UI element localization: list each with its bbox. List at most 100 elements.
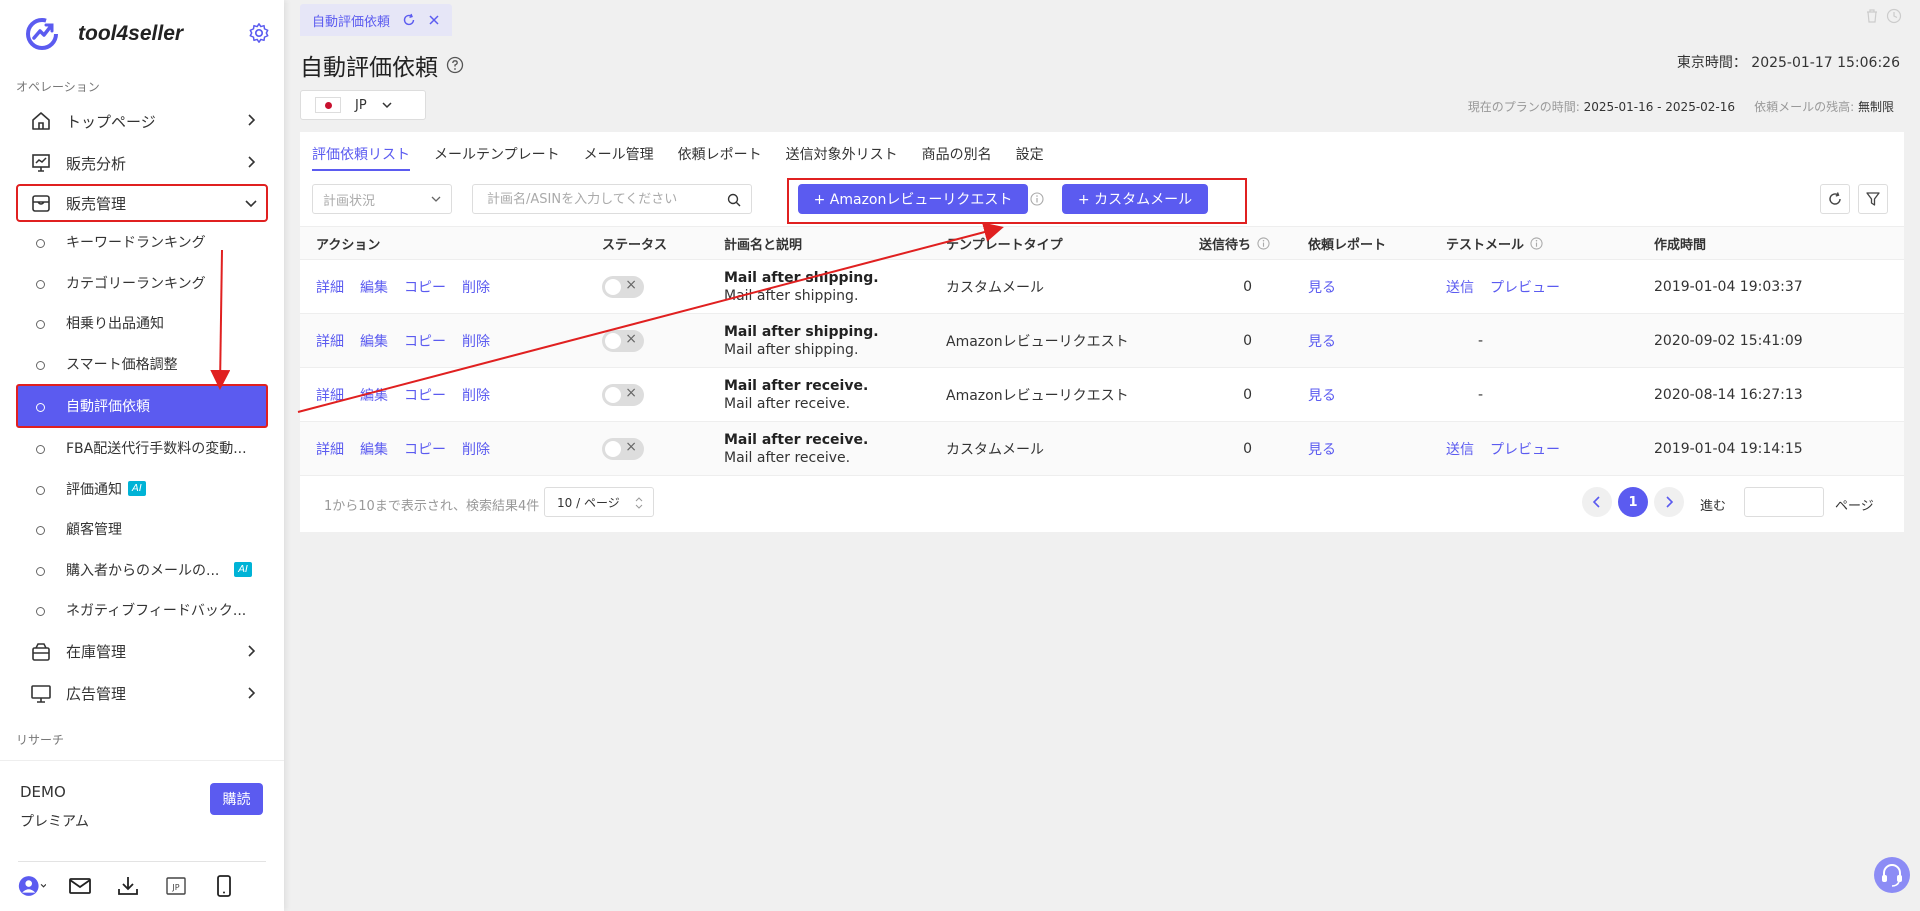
- subtab-mail-management[interactable]: メール管理: [584, 144, 654, 171]
- status-toggle[interactable]: [602, 383, 644, 406]
- subtab-review-list[interactable]: 評価依頼リスト: [312, 144, 410, 171]
- next-page-button[interactable]: [1654, 487, 1684, 517]
- logo-row: tool4seller: [0, 0, 284, 68]
- edit-link[interactable]: 編集: [360, 385, 388, 405]
- sub-item-label: FBA配送代行手数料の変動...: [66, 441, 247, 458]
- subtabs: 評価依頼リスト メールテンプレート メール管理 依頼レポート 送信対象外リスト …: [312, 144, 1044, 171]
- sidebar-sub-keyword-ranking[interactable]: キーワードランキング: [0, 222, 284, 263]
- edit-link[interactable]: 編集: [360, 439, 388, 459]
- sidebar-sub-customer-management[interactable]: 顧客管理: [0, 509, 284, 550]
- table-row: 詳細 編集 コピー 削除 Mail after shipping. Mail a…: [300, 260, 1904, 314]
- status-select-placeholder: 計画状況: [323, 193, 376, 209]
- subtab-exclusion-list[interactable]: 送信対象外リスト: [786, 144, 898, 171]
- info-icon[interactable]: [1530, 236, 1543, 250]
- view-report-link[interactable]: 見る: [1308, 439, 1336, 459]
- sidebar-item-inventory[interactable]: 在庫管理: [0, 631, 284, 673]
- created-cell: 2019-01-04 19:14:15: [1654, 440, 1803, 457]
- sidebar-sub-hijack-alert[interactable]: 相乗り出品通知: [0, 303, 284, 344]
- help-icon[interactable]: [446, 56, 464, 74]
- subtab-settings[interactable]: 設定: [1016, 144, 1044, 171]
- sidebar-sub-category-ranking[interactable]: カテゴリーランキング: [0, 263, 284, 304]
- plan-label: 現在のプランの時間:: [1467, 100, 1580, 114]
- sidebar-sub-review-alert[interactable]: 評価通知 AI: [0, 469, 284, 510]
- chart-icon: [32, 154, 50, 172]
- chevron-down-icon: [431, 196, 441, 202]
- sub-item-label: 評価通知: [66, 481, 122, 498]
- tab-auto-review-request[interactable]: 自動評価依頼: [300, 4, 453, 36]
- sidebar-sub-negative-feedback[interactable]: ネガティブフィードバック...: [0, 590, 284, 631]
- app-name: tool4seller: [78, 22, 184, 45]
- subtab-product-alias[interactable]: 商品の別名: [922, 144, 992, 171]
- detail-link[interactable]: 詳細: [316, 331, 344, 351]
- created-cell: 2020-09-02 15:41:09: [1654, 332, 1803, 349]
- sub-item-label: 顧客管理: [66, 522, 122, 539]
- sidebar-item-sales-analysis[interactable]: 販売分析: [0, 142, 284, 184]
- sub-item-label: スマート価格調整: [66, 356, 178, 373]
- detail-link[interactable]: 詳細: [316, 277, 344, 297]
- page-button-current[interactable]: 1: [1618, 487, 1648, 517]
- copy-link[interactable]: コピー: [404, 277, 446, 297]
- preview-link[interactable]: プレビュー: [1490, 277, 1560, 297]
- mail-icon[interactable]: [66, 872, 94, 900]
- trash-icon[interactable]: [1864, 8, 1880, 24]
- country-select[interactable]: JP: [300, 90, 426, 120]
- delete-link[interactable]: 削除: [462, 439, 490, 459]
- sidebar-sub-auto-review-request[interactable]: 自動評価依頼: [16, 384, 268, 428]
- sidebar-item-ads[interactable]: 広告管理: [0, 673, 284, 715]
- phone-icon[interactable]: [210, 872, 238, 900]
- user-icon[interactable]: [18, 872, 46, 900]
- edit-link[interactable]: 編集: [360, 277, 388, 297]
- page-jump-input[interactable]: [1744, 487, 1824, 517]
- clock-icon[interactable]: [1886, 8, 1902, 24]
- page-size-select[interactable]: 10 / ページ: [544, 487, 654, 517]
- refresh-button[interactable]: [1820, 184, 1850, 214]
- view-report-link[interactable]: 見る: [1308, 385, 1336, 405]
- report-cell: 見る: [1308, 314, 1352, 367]
- close-icon[interactable]: [428, 14, 440, 26]
- search-icon[interactable]: [727, 193, 741, 207]
- sidebar-sub-fba-fee-change[interactable]: FBA配送代行手数料の変動...: [0, 428, 284, 469]
- status-select[interactable]: 計画状況: [312, 184, 452, 214]
- sidebar-item-sales-management[interactable]: 販売管理: [16, 184, 268, 222]
- view-report-link[interactable]: 見る: [1308, 277, 1336, 297]
- filter-button[interactable]: [1858, 184, 1888, 214]
- download-icon[interactable]: [114, 872, 142, 900]
- copy-link[interactable]: コピー: [404, 385, 446, 405]
- prev-page-button[interactable]: [1582, 487, 1612, 517]
- info-icon[interactable]: [1030, 192, 1044, 206]
- logo-icon: [26, 18, 58, 50]
- account-plan: プレミアム: [20, 814, 90, 830]
- delete-link[interactable]: 削除: [462, 385, 490, 405]
- add-amazon-review-request-button[interactable]: + Amazonレビューリクエスト: [798, 184, 1028, 214]
- status-toggle[interactable]: [602, 275, 644, 298]
- status-toggle[interactable]: [602, 437, 644, 460]
- refresh-icon[interactable]: [402, 13, 416, 27]
- support-chat-button[interactable]: [1874, 857, 1910, 893]
- detail-link[interactable]: 詳細: [316, 385, 344, 405]
- edit-link[interactable]: 編集: [360, 331, 388, 351]
- subtab-request-report[interactable]: 依頼レポート: [678, 144, 762, 171]
- preview-link[interactable]: プレビュー: [1490, 439, 1560, 459]
- sidebar-item-home[interactable]: トップページ: [0, 100, 284, 142]
- row-actions: 詳細 編集 コピー 削除: [316, 314, 506, 367]
- add-custom-mail-button[interactable]: + カスタムメール: [1062, 184, 1208, 214]
- subscribe-button[interactable]: 購読: [210, 783, 263, 815]
- status-toggle[interactable]: [602, 329, 644, 352]
- jp-icon[interactable]: JP: [162, 872, 190, 900]
- pending-cell: 0: [1243, 332, 1252, 349]
- sub-item-label: 購入者からのメールの...: [66, 562, 220, 579]
- info-icon[interactable]: [1257, 236, 1270, 250]
- view-report-link[interactable]: 見る: [1308, 331, 1336, 351]
- send-test-link[interactable]: 送信: [1446, 439, 1474, 459]
- sidebar-sub-smart-pricing[interactable]: スマート価格調整: [0, 344, 284, 385]
- copy-link[interactable]: コピー: [404, 439, 446, 459]
- send-test-link[interactable]: 送信: [1446, 277, 1474, 297]
- gear-icon[interactable]: [248, 22, 270, 44]
- sidebar-sub-buyer-messages[interactable]: 購入者からのメールの... AI: [0, 550, 284, 591]
- delete-link[interactable]: 削除: [462, 277, 490, 297]
- copy-link[interactable]: コピー: [404, 331, 446, 351]
- delete-link[interactable]: 削除: [462, 331, 490, 351]
- detail-link[interactable]: 詳細: [316, 439, 344, 459]
- subtab-mail-template[interactable]: メールテンプレート: [434, 144, 560, 171]
- search-input[interactable]: [487, 191, 707, 207]
